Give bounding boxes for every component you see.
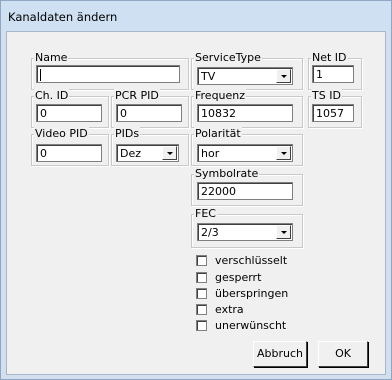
checkbox-box[interactable]	[196, 320, 207, 331]
service-type-label: ServiceType	[194, 51, 262, 65]
window-title: Kanaldaten ändern	[8, 10, 118, 24]
chevron-down-icon[interactable]	[276, 146, 291, 160]
net-id-label: Net ID	[311, 51, 348, 65]
ch-id-label: Ch. ID	[34, 89, 70, 103]
pids-label: PIDs	[114, 127, 141, 141]
ts-id-label: TS ID	[311, 89, 342, 103]
dialog-window: Kanaldaten ändern Name ServiceType TV Ne…	[0, 0, 392, 380]
frequenz-input[interactable]: 10832	[197, 104, 293, 122]
ok-button[interactable]: OK	[318, 341, 368, 367]
frequenz-label: Frequenz	[194, 89, 247, 103]
checkbox-label: überspringen	[215, 287, 289, 300]
net-id-input[interactable]: 1	[312, 65, 354, 83]
polaritaet-label: Polarität	[194, 127, 242, 141]
dialog-client-area: Name ServiceType TV Net ID 1 Ch. ID 0 PC…	[6, 31, 386, 375]
checkbox-label: verschlüsselt	[215, 254, 288, 267]
symbolrate-input[interactable]: 22000	[197, 182, 293, 200]
chevron-down-icon[interactable]	[276, 225, 291, 239]
pcr-pid-label: PCR PID	[114, 89, 160, 103]
chevron-down-icon[interactable]	[276, 69, 291, 83]
video-pid-input[interactable]: 0	[36, 144, 102, 162]
symbolrate-label: Symbolrate	[194, 167, 260, 181]
checkbox-box[interactable]	[196, 272, 207, 283]
ts-id-input[interactable]: 1057	[312, 104, 354, 122]
text-caret	[40, 69, 41, 81]
pids-select[interactable]: Dez	[116, 144, 179, 162]
chevron-down-icon[interactable]	[162, 146, 177, 160]
pcr-pid-input[interactable]: 0	[116, 104, 182, 122]
checkbox-box[interactable]	[196, 304, 207, 315]
fec-label: FEC	[194, 207, 217, 221]
checkbox-label: gesperrt	[215, 271, 262, 284]
title-bar[interactable]: Kanaldaten ändern	[1, 1, 391, 31]
service-type-select[interactable]: TV	[197, 67, 293, 85]
polaritaet-select[interactable]: hor	[197, 144, 293, 162]
ch-id-input[interactable]: 0	[36, 104, 102, 122]
name-label: Name	[34, 51, 69, 65]
video-pid-label: Video PID	[34, 127, 89, 141]
fec-select[interactable]: 2/3	[197, 223, 293, 241]
cancel-button[interactable]: Abbruch	[253, 341, 307, 367]
checkbox-label: extra	[215, 303, 244, 316]
checkbox-box[interactable]	[196, 288, 207, 299]
checkbox-box[interactable]	[196, 255, 207, 266]
checkbox-label: unerwünscht	[215, 319, 287, 332]
name-input[interactable]	[36, 65, 180, 83]
